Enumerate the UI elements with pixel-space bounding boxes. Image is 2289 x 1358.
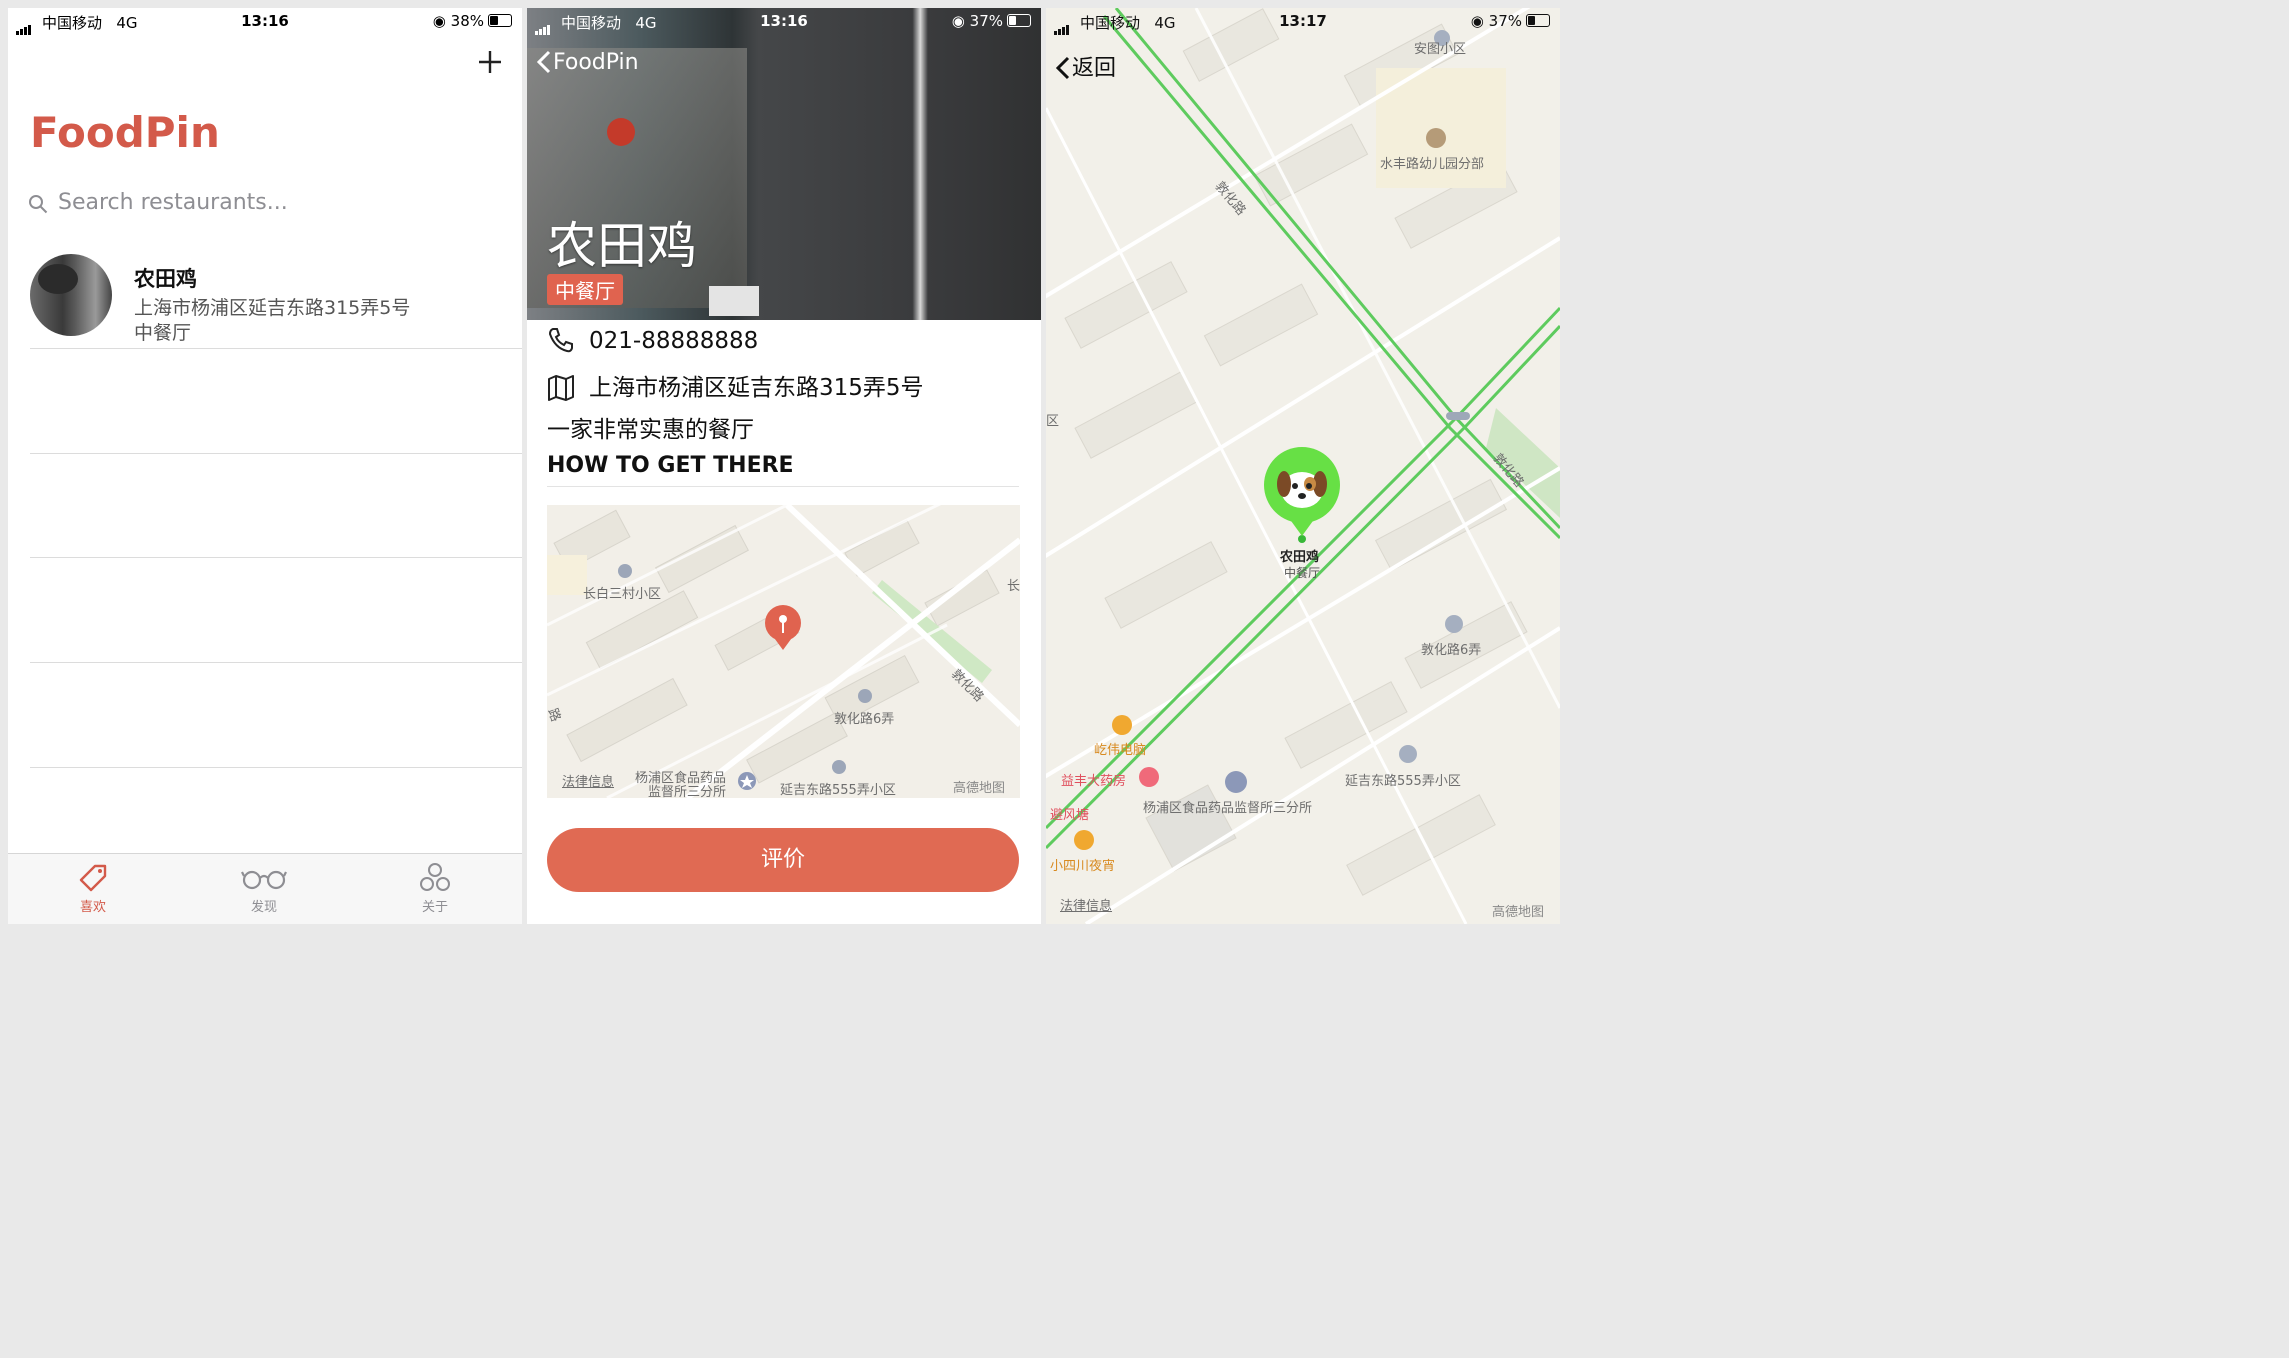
description-text: 一家非常实惠的餐厅	[547, 417, 754, 443]
restaurant-thumbnail	[30, 254, 112, 336]
plus-icon	[479, 51, 501, 73]
status-bar: 中国移动 4G 13:17 ◉ 37%	[1046, 8, 1560, 38]
restaurant-name: 农田鸡	[547, 217, 697, 275]
phone-icon	[548, 328, 573, 353]
restaurant-row[interactable]: 农田鸡 上海市杨浦区延吉东路315弄5号 中餐厅	[30, 253, 522, 349]
row-divider	[30, 557, 522, 558]
row-divider	[30, 453, 522, 454]
pin-type: 中餐厅	[1284, 566, 1321, 580]
map-provider-logo: 高德地图	[1492, 905, 1545, 920]
circles-icon	[420, 863, 450, 891]
map-label: 监督所三分所	[648, 785, 727, 798]
map-label: 长白三村小区	[583, 587, 662, 602]
map-label: 敦化路6弄	[834, 712, 895, 727]
phone-row[interactable]: 021-88888888	[547, 326, 758, 354]
address-text: 上海市杨浦区延吉东路315弄5号	[589, 375, 924, 401]
phone-number: 021-88888888	[589, 328, 759, 354]
tab-favorites[interactable]: 喜欢	[43, 862, 143, 915]
status-bar: 中国移动 4G 13:16 ◉ 38%	[8, 8, 522, 38]
page-title: FoodPin	[30, 108, 220, 157]
map-label: 长	[1007, 579, 1020, 594]
search-icon	[29, 195, 48, 214]
mini-map[interactable]: 长白三村小区 敦化路6弄 敦化路 杨浦区食品药品 监督所三分所 延吉东路555弄…	[547, 505, 1020, 798]
tab-label: 发现	[250, 900, 277, 915]
restaurant-detail-screen: 中国移动 4G 13:16 ◉ 37% FoodPin 农田鸡 中餐厅 021-…	[527, 8, 1041, 924]
map-label: 避风塘	[1050, 808, 1090, 823]
tab-about[interactable]: 关于	[385, 862, 485, 915]
back-label: 返回	[1072, 56, 1117, 81]
status-bar: 中国移动 4G 13:16 ◉ 37%	[527, 8, 1041, 38]
pin-name: 农田鸡	[1280, 550, 1320, 565]
address-row: 上海市杨浦区延吉东路315弄5号	[547, 368, 924, 402]
map-label: 水丰路幼儿园分部	[1380, 157, 1485, 172]
map-label: 杨浦区食品药品监督所三分所	[1143, 801, 1313, 816]
restaurant-list-screen: 中国移动 4G 13:16 ◉ 38% FoodPin Search resta…	[8, 8, 522, 924]
map-label: 敦化路6弄	[1421, 643, 1482, 658]
map-label: 屹伟电脑	[1094, 743, 1147, 758]
search-bar[interactable]: Search restaurants...	[28, 188, 508, 224]
battery-icon	[1526, 14, 1550, 27]
map-label: 安图小区	[1414, 42, 1467, 57]
glasses-icon	[241, 870, 287, 890]
search-input[interactable]: Search restaurants...	[58, 190, 288, 215]
restaurant-address: 上海市杨浦区延吉东路315弄5号	[134, 297, 411, 319]
map-label: 延吉东路555弄小区	[780, 783, 896, 798]
chevron-left-icon	[536, 50, 551, 74]
battery-status: ◉ 38%	[433, 12, 512, 30]
row-divider	[30, 767, 522, 768]
map-label: 小四川夜宵	[1050, 859, 1116, 874]
map-label: 益丰大药房	[1061, 774, 1127, 789]
legal-link[interactable]: 法律信息	[562, 771, 614, 790]
row-divider	[30, 662, 522, 663]
restaurant-map-pin[interactable]	[1264, 447, 1340, 542]
battery-icon	[488, 14, 512, 27]
add-restaurant-button[interactable]	[478, 46, 502, 80]
tab-discover[interactable]: 发现	[214, 862, 314, 915]
tab-label: 喜欢	[79, 900, 106, 915]
map-provider-logo: 高德地图	[953, 781, 1006, 796]
battery-status: ◉ 37%	[1471, 12, 1550, 30]
map-roads	[547, 505, 1020, 798]
battery-status: ◉ 37%	[952, 12, 1031, 30]
tab-bar: 喜欢 发现 关于	[8, 853, 522, 924]
chevron-left-icon	[1055, 56, 1070, 80]
back-button[interactable]: 返回	[1055, 50, 1117, 82]
restaurant-type-badge: 中餐厅	[547, 274, 623, 305]
rate-button[interactable]: 评价	[547, 828, 1019, 892]
map-label: 延吉东路555弄小区	[1345, 774, 1461, 789]
battery-icon	[1007, 14, 1031, 27]
legal-link[interactable]: 法律信息	[1060, 895, 1112, 914]
tag-icon	[79, 864, 107, 892]
map-icon	[548, 375, 574, 401]
back-button[interactable]: FoodPin	[536, 50, 639, 75]
map-screen: 中国移动 4G 13:17 ◉ 37% 返回 安图小区 水丰路幼儿园分部 敦化路…	[1046, 8, 1560, 924]
restaurant-type: 中餐厅	[134, 322, 192, 344]
tab-label: 关于	[421, 900, 448, 915]
back-label: FoodPin	[553, 50, 639, 75]
map-label: 区	[1046, 414, 1060, 429]
restaurant-name: 农田鸡	[134, 267, 197, 291]
section-title: HOW TO GET THERE	[547, 453, 1019, 487]
